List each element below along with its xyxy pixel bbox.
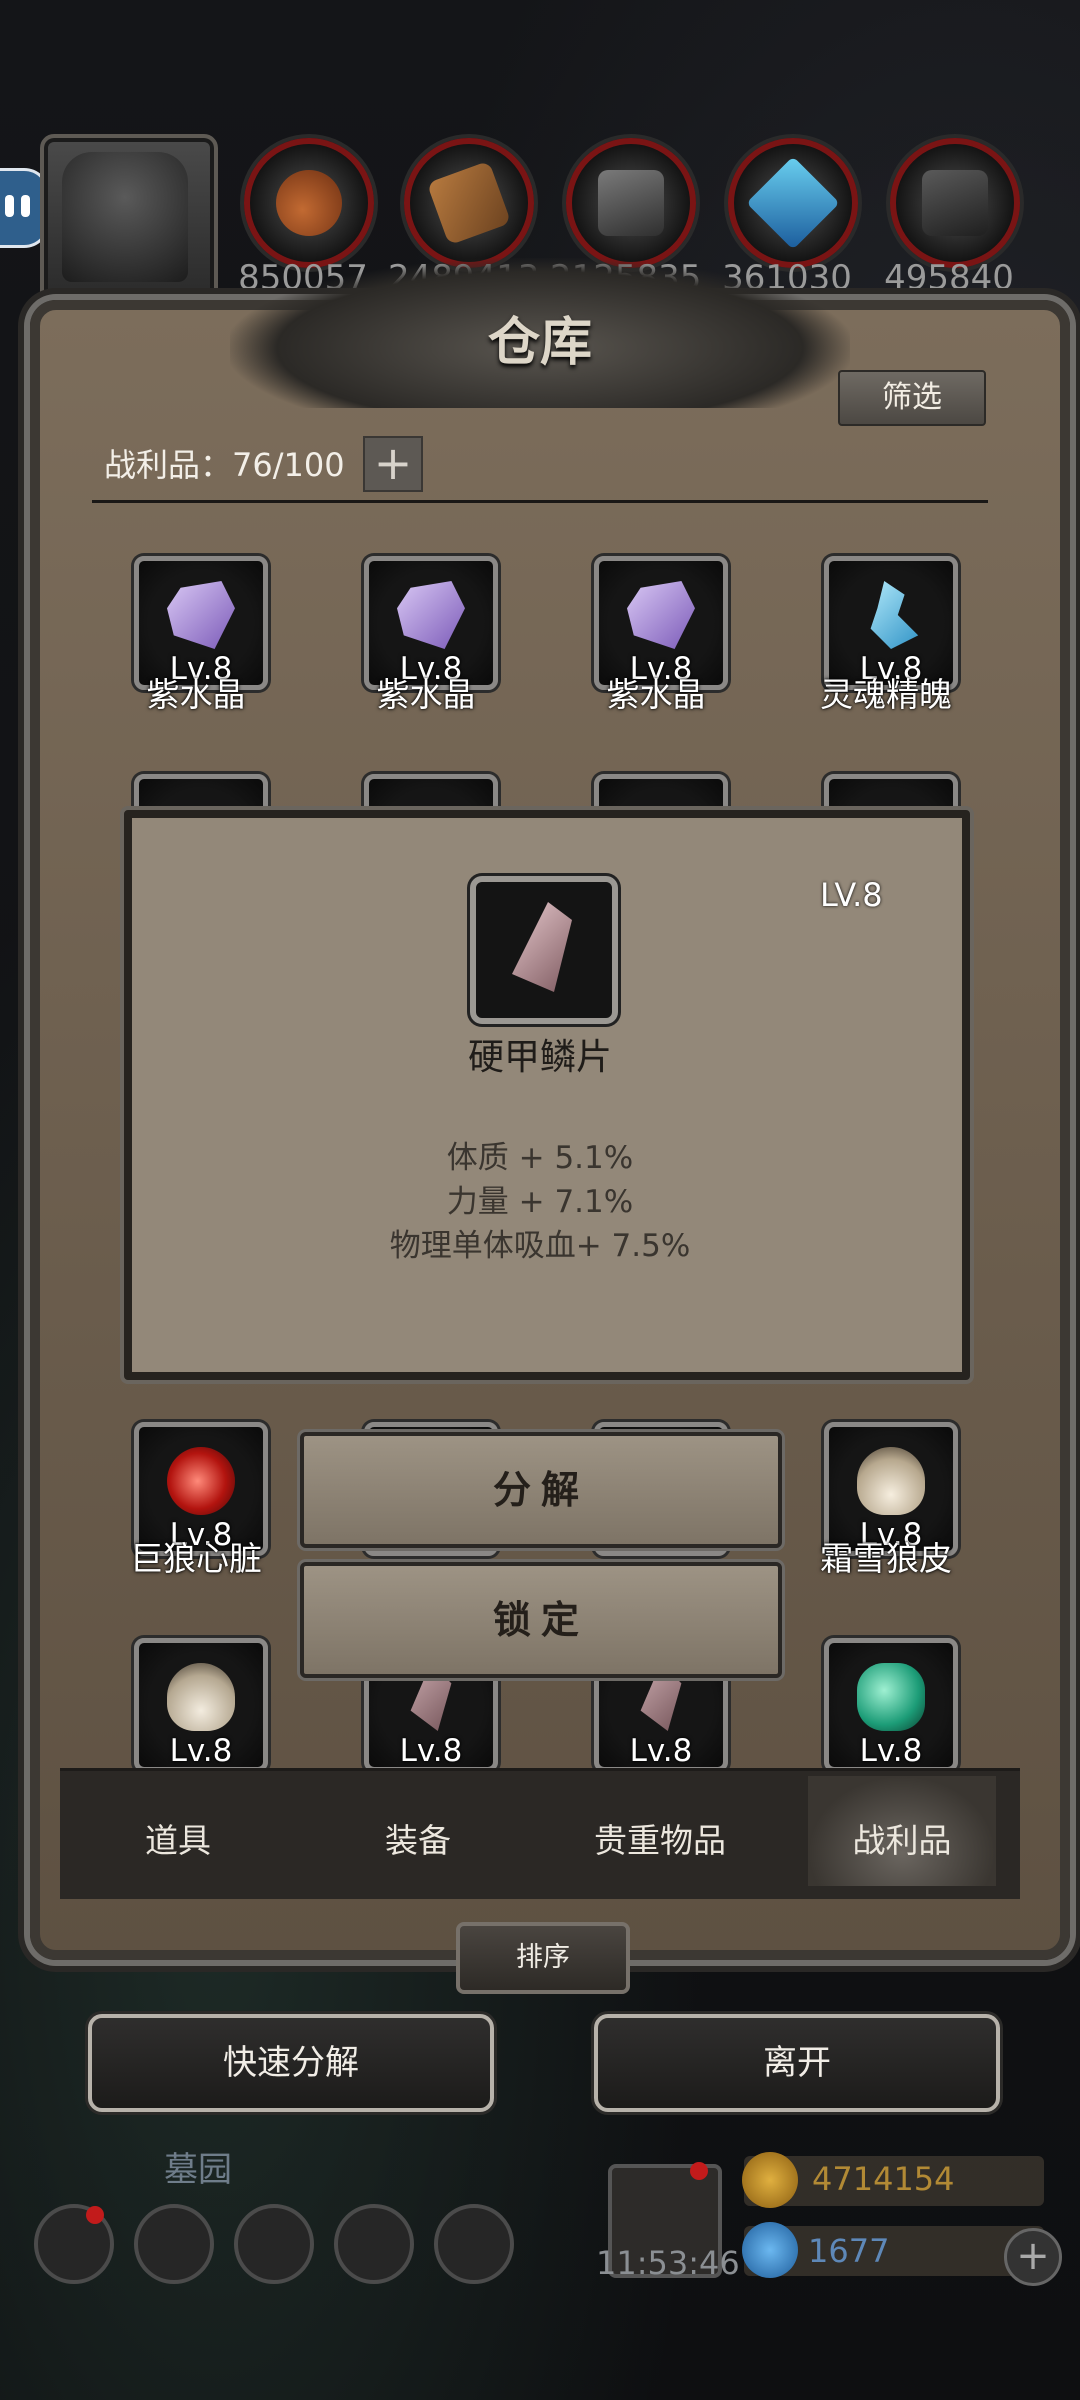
item-name: 霜雪狼皮 — [820, 1539, 952, 1578]
item-level: Lv.8 — [169, 1733, 233, 1769]
divider — [92, 500, 988, 503]
notification-dot — [86, 2206, 104, 2224]
fang-icon — [167, 1663, 235, 1731]
item-stat: 力量 + 7.1% — [446, 1184, 634, 1220]
decompose-button[interactable]: 分解 — [300, 1432, 782, 1548]
wood-icon — [426, 160, 512, 246]
meat-icon — [276, 170, 342, 236]
countdown-timer: 11:53:46 — [596, 2244, 740, 2282]
amethyst-icon — [167, 581, 235, 649]
star-badge-icon[interactable] — [134, 2204, 214, 2284]
gold-amount: 4714154 — [812, 2160, 955, 2198]
iron-icon — [598, 170, 664, 236]
item-name: 紫水晶 — [376, 675, 476, 714]
add-gems-button[interactable]: + — [1004, 2228, 1062, 2286]
crystal-icon — [746, 156, 840, 250]
resource-iron[interactable] — [566, 138, 696, 268]
item-level: Lv.8 — [629, 1733, 693, 1769]
tab-valuables[interactable]: 贵重物品 — [540, 1814, 780, 1862]
hero-avatar[interactable] — [40, 134, 218, 306]
resource-stone[interactable] — [890, 138, 1020, 268]
gold-coin-icon — [742, 2152, 798, 2208]
item-level: Lv.8 — [399, 1733, 463, 1769]
item-name: 紫水晶 — [146, 675, 246, 714]
item-stat: 体质 + 5.1% — [446, 1140, 634, 1176]
expand-capacity-button[interactable]: + — [363, 436, 423, 492]
stone-icon — [922, 170, 988, 236]
item-detail-icon-frame — [470, 876, 618, 1024]
mail-icon[interactable] — [334, 2204, 414, 2284]
item-slot[interactable]: Lv.8 — [824, 1638, 958, 1772]
guild-icon[interactable] — [234, 2204, 314, 2284]
tab-equipment[interactable]: 装备 — [298, 1814, 538, 1862]
sort-button[interactable]: 排序 — [456, 1922, 630, 1994]
soul-essence-icon — [870, 581, 919, 649]
page-title: 仓库 — [487, 312, 592, 373]
resource-meat[interactable] — [244, 138, 374, 268]
tab-loot[interactable]: 战利品 — [782, 1814, 1022, 1862]
item-detail-level: LV.8 — [820, 876, 883, 914]
item-level: Lv.8 — [859, 1733, 923, 1769]
tab-items[interactable]: 道具 — [58, 1814, 298, 1862]
resource-value-stone: 495840 — [884, 258, 1014, 298]
gem-amount: 1677 — [808, 2232, 890, 2270]
shield-icon[interactable] — [434, 2204, 514, 2284]
resource-crystal[interactable] — [728, 138, 858, 268]
item-detail-name: 硬甲鳞片 — [467, 1037, 612, 1078]
jade-icon — [857, 1663, 925, 1731]
item-name: 巨狼心脏 — [130, 1539, 262, 1578]
leave-button[interactable]: 离开 — [594, 2014, 1000, 2112]
area-name: 墓园 — [164, 2150, 232, 2190]
knight-helmet-icon — [62, 152, 188, 282]
gem-icon — [742, 2222, 798, 2278]
lock-button[interactable]: 锁定 — [300, 1562, 782, 1678]
hard-armor-scale-icon — [512, 902, 572, 992]
item-stat: 物理单体吸血+ 7.5% — [389, 1228, 691, 1264]
notification-dot — [690, 2162, 708, 2180]
quick-decompose-button[interactable]: 快速分解 — [88, 2014, 494, 2112]
amethyst-icon — [397, 581, 465, 649]
loot-count-label: 战利品：76/100 — [104, 446, 345, 484]
filter-button[interactable]: 筛选 — [838, 370, 986, 426]
item-name: 紫水晶 — [606, 675, 706, 714]
frost-wolf-pelt-icon — [857, 1447, 925, 1515]
resource-wood[interactable] — [404, 138, 534, 268]
amethyst-icon — [627, 581, 695, 649]
wolf-heart-icon — [167, 1447, 235, 1515]
item-name: 灵魂精魄 — [820, 675, 952, 714]
item-slot[interactable]: Lv.8 — [134, 1638, 268, 1772]
